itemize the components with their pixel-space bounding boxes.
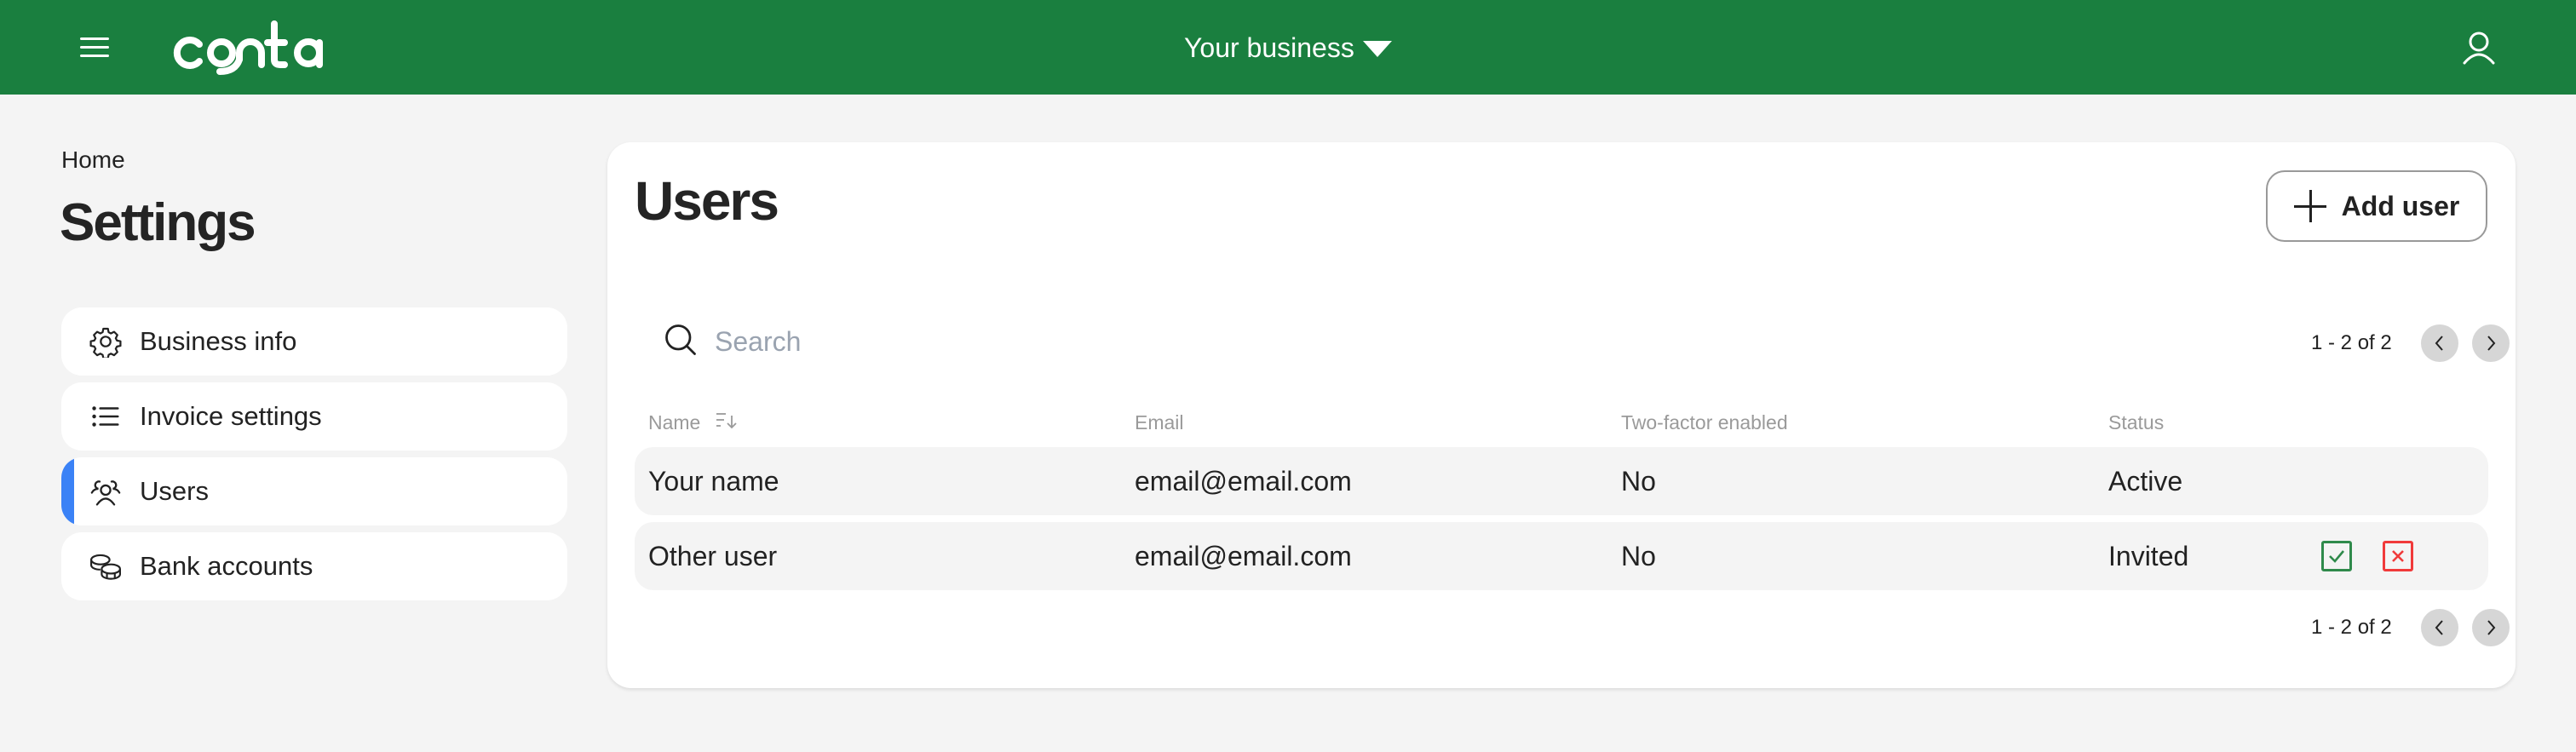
business-selector-label: Your business	[1184, 32, 1354, 63]
sidebar-item-label: Users	[140, 476, 209, 506]
breadcrumb-home[interactable]: Home	[61, 146, 125, 174]
cell-email: email@email.com	[1135, 540, 1352, 571]
user-profile-icon[interactable]	[2460, 29, 2498, 66]
gear-icon	[89, 324, 123, 359]
caret-down-icon	[1362, 40, 1392, 57]
search-input[interactable]	[715, 326, 1226, 358]
chevron-left-icon	[2435, 336, 2443, 351]
column-header-status: Status	[2108, 410, 2165, 433]
settings-sidebar: Business info Invoice settings Users Ban…	[61, 307, 567, 607]
cell-status: Invited	[2108, 540, 2189, 571]
next-page-button[interactable]	[2471, 609, 2510, 646]
cell-name: Your name	[648, 465, 779, 497]
sidebar-item-business-info[interactable]: Business info	[61, 307, 567, 376]
close-icon	[2392, 550, 2404, 562]
search-box	[662, 321, 1226, 363]
users-table: Name Email Two-factor enabled Status You…	[635, 410, 2488, 590]
plus-icon	[2293, 190, 2326, 222]
previous-page-button[interactable]	[2420, 324, 2458, 362]
check-icon	[2329, 550, 2344, 563]
sidebar-item-label: Bank accounts	[140, 551, 313, 581]
add-user-button[interactable]: Add user	[2266, 170, 2487, 242]
add-user-label: Add user	[2341, 190, 2460, 221]
table-row[interactable]: Your name email@email.com No Active	[635, 447, 2488, 515]
search-icon	[662, 321, 699, 363]
sidebar-item-invoice-settings[interactable]: Invoice settings	[61, 382, 567, 451]
table-row[interactable]: Other user email@email.com No Invited	[635, 522, 2488, 590]
cell-email: email@email.com	[1135, 465, 1352, 497]
menu-hamburger-icon[interactable]	[78, 34, 111, 60]
previous-page-button[interactable]	[2420, 609, 2458, 646]
table-header: Name Email Two-factor enabled Status	[635, 410, 2488, 435]
page-title: Settings	[60, 193, 256, 252]
accept-invite-button[interactable]	[2321, 541, 2352, 571]
cell-two-factor: No	[1621, 540, 1656, 571]
section-title: Users	[635, 170, 779, 232]
logo-wordmark-icon	[173, 20, 323, 75]
users-card: Users Add user 1 - 2 of 2 Name	[607, 142, 2516, 688]
cell-name: Other user	[648, 540, 778, 571]
cell-status: Active	[2108, 465, 2183, 497]
coins-icon	[89, 549, 123, 583]
sort-descending-icon[interactable]	[716, 410, 738, 434]
pagination-bottom: 1 - 2 of 2	[2311, 609, 2510, 646]
top-navigation-bar: Your business	[0, 0, 2576, 95]
sidebar-item-label: Business info	[140, 326, 297, 356]
business-selector-dropdown[interactable]: Your business	[1184, 26, 1392, 70]
row-actions	[2321, 541, 2413, 571]
column-header-email: Email	[1135, 410, 1184, 433]
conta-logo[interactable]	[169, 15, 339, 77]
chevron-left-icon	[2435, 620, 2443, 635]
reject-invite-button[interactable]	[2383, 541, 2413, 571]
pagination-range: 1 - 2 of 2	[2311, 616, 2392, 639]
pagination-top: 1 - 2 of 2	[2311, 324, 2510, 362]
users-icon	[89, 474, 123, 508]
column-header-name[interactable]: Name	[648, 410, 1135, 434]
column-header-two-factor: Two-factor enabled	[1621, 410, 1788, 433]
list-icon	[89, 399, 123, 433]
sidebar-item-users[interactable]: Users	[61, 457, 567, 525]
cell-two-factor: No	[1621, 465, 1656, 497]
sidebar-item-bank-accounts[interactable]: Bank accounts	[61, 532, 567, 600]
next-page-button[interactable]	[2471, 324, 2510, 362]
pagination-range: 1 - 2 of 2	[2311, 331, 2392, 354]
chevron-right-icon	[2487, 620, 2496, 635]
chevron-right-icon	[2487, 336, 2496, 351]
sidebar-item-label: Invoice settings	[140, 401, 322, 431]
